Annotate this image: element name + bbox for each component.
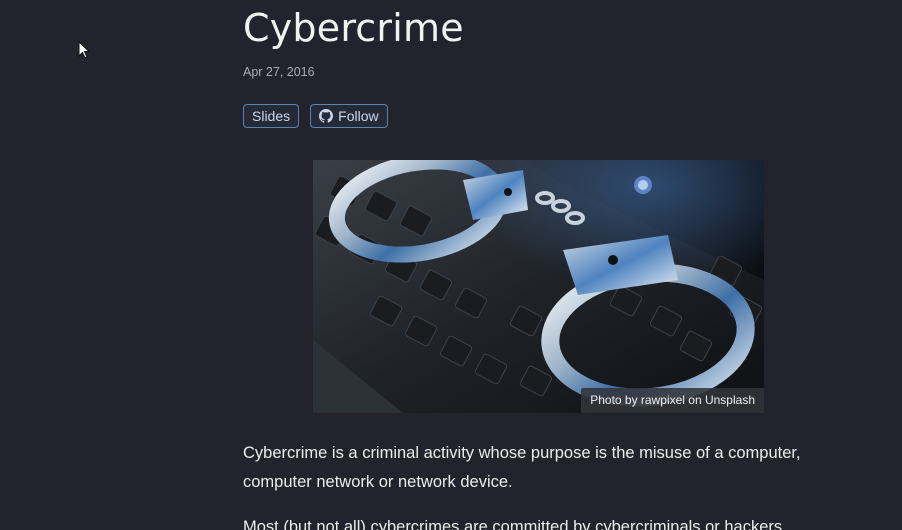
slides-button-label: Slides (252, 108, 291, 124)
page: Cybercrime Apr 27, 2016 Slides Follow Ph… (0, 0, 902, 530)
hero-image: Photo by rawpixel on Unsplash (313, 160, 764, 413)
follow-button[interactable]: Follow (310, 104, 388, 128)
post-buttons: Slides Follow (243, 104, 388, 128)
slides-button[interactable]: Slides (243, 104, 300, 128)
mouse-pointer-icon (78, 41, 90, 59)
github-icon (319, 109, 334, 123)
page-title: Cybercrime (243, 6, 464, 50)
paragraph-1: Cybercrime is a criminal activity whose … (243, 444, 801, 491)
follow-button-label: Follow (338, 108, 379, 124)
post-date: Apr 27, 2016 (243, 65, 315, 79)
paragraph-2: Most (but not all) cybercrimes are commi… (243, 518, 783, 530)
handcuffs-keyboard-image (313, 160, 764, 413)
photo-credit: Photo by rawpixel on Unsplash (581, 388, 764, 413)
